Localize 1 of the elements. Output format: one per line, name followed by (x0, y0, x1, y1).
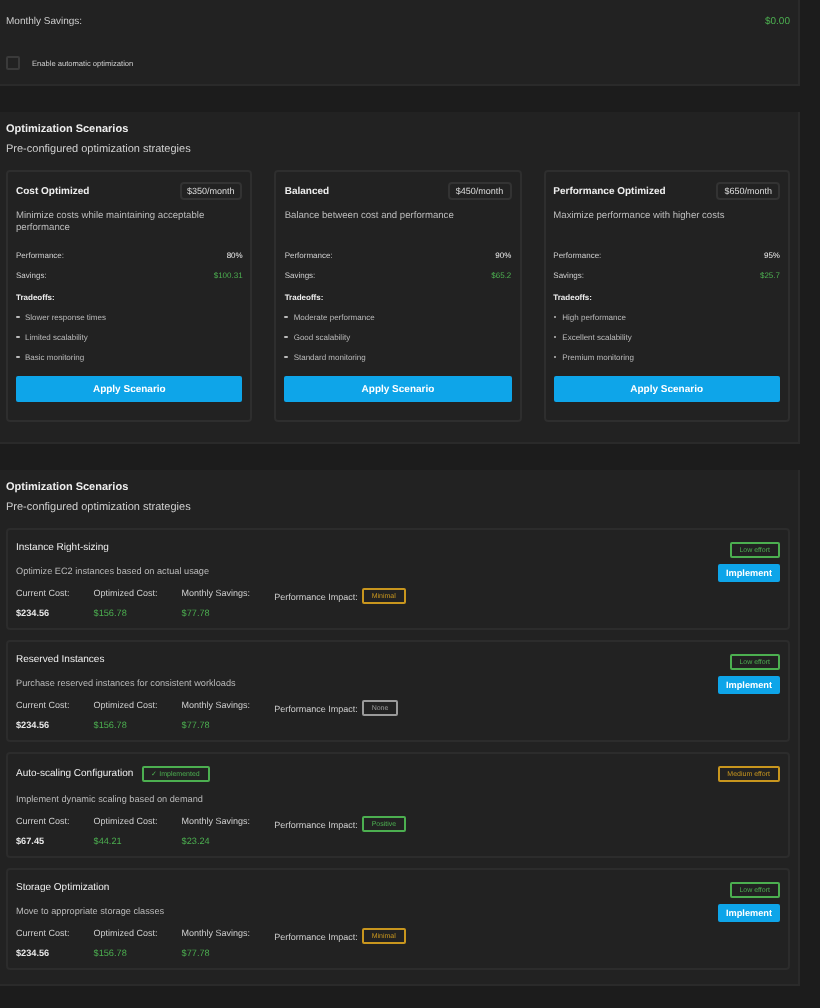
checkbox[interactable] (6, 56, 20, 70)
